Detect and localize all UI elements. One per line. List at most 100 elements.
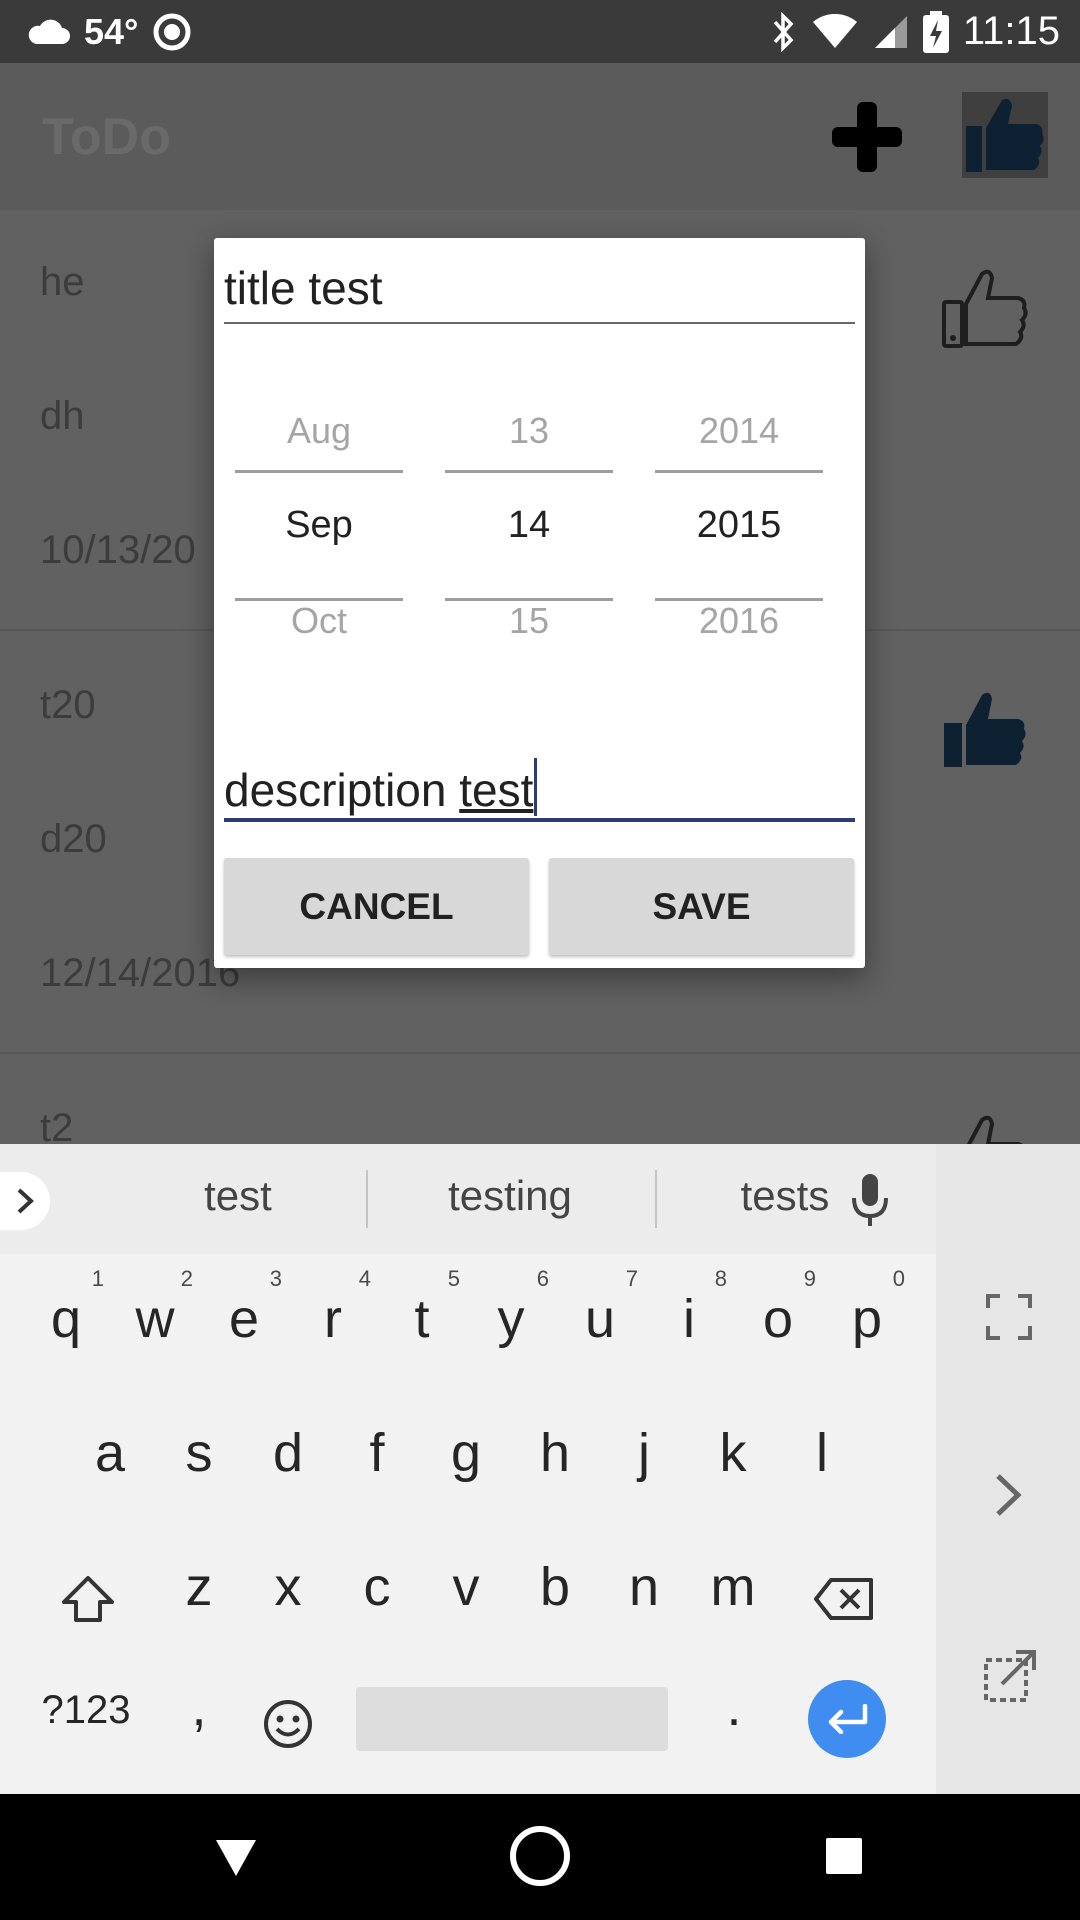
enter-key[interactable] [808,1680,886,1758]
todo-date: 12/14/2016 [40,951,241,995]
key-h[interactable]: h [511,1406,599,1506]
key-u[interactable]: 7u [556,1266,644,1372]
emoji-icon [264,1700,312,1748]
recents-icon[interactable] [824,1836,864,1876]
day-next[interactable]: 15 [445,600,613,642]
thumbs-up-button[interactable] [962,92,1048,178]
key-o[interactable]: 9o [734,1266,822,1372]
key-z[interactable]: z [155,1540,243,1640]
key-n[interactable]: n [600,1540,688,1640]
key-f[interactable]: f [333,1406,421,1506]
microphone-icon[interactable] [850,1172,890,1230]
picker-divider [235,470,403,473]
month-prev[interactable]: Aug [235,410,403,452]
todo-title: he [40,260,85,304]
key-g[interactable]: g [422,1406,510,1506]
suggestion[interactable]: testing [400,1172,620,1220]
key-p[interactable]: 0p [823,1266,911,1372]
key-y[interactable]: 6y [467,1266,555,1372]
temperature: 54° [84,10,139,52]
todo-title: t2 [40,1106,74,1144]
comma-key[interactable]: , [155,1674,243,1774]
year-picker[interactable]: 2014 2015 2016 [655,410,823,650]
save-button[interactable]: SAVE [549,858,854,955]
expand-suggestions-button[interactable] [0,1172,50,1230]
space-key[interactable] [356,1687,668,1751]
key-i[interactable]: 8i [645,1266,733,1372]
shift-key[interactable] [44,1540,132,1640]
description-input[interactable]: description test [224,758,855,822]
picker-divider [445,470,613,473]
month-next[interactable]: Oct [235,600,403,642]
suggestion[interactable]: tests [720,1172,850,1220]
key-label: f [369,1423,385,1483]
key-r[interactable]: 4r [289,1266,377,1372]
key-label: n [628,1557,660,1617]
battery-charging-icon [922,10,949,53]
key-d[interactable]: d [244,1406,332,1506]
cancel-button[interactable]: CANCEL [224,858,529,955]
key-t[interactable]: 5t [378,1266,466,1372]
key-c[interactable]: c [333,1540,421,1640]
signal-icon [874,15,907,48]
key-hint: 8 [714,1266,727,1291]
key-hint: 2 [180,1266,193,1291]
key-label: v [452,1557,480,1617]
year-prev[interactable]: 2014 [655,410,823,452]
symbols-key[interactable]: ?123 [36,1674,136,1774]
key-label: z [185,1557,213,1617]
thumbs-up-filled-icon[interactable] [938,683,1030,775]
app-title: ToDo [42,108,171,166]
key-l[interactable]: l [778,1406,866,1506]
backspace-icon [814,1578,873,1620]
key-hint: 4 [358,1266,371,1291]
key-b[interactable]: b [511,1540,599,1640]
key-hint: 0 [892,1266,905,1291]
key-a[interactable]: a [66,1406,154,1506]
day-prev[interactable]: 13 [445,410,613,452]
key-k[interactable]: k [689,1406,777,1506]
suggestion[interactable]: test [138,1172,338,1220]
todo-date: 10/13/20 [40,528,196,572]
todo-item[interactable]: t2 [0,1056,1080,1144]
key-v[interactable]: v [422,1540,510,1640]
key-x[interactable]: x [244,1540,332,1640]
key-w[interactable]: 2w [111,1266,199,1372]
key-label: . [726,1677,742,1737]
open-external-icon[interactable] [982,1648,1038,1704]
status-bar: 54° 11:15 [0,0,1080,63]
key-s[interactable]: s [155,1406,243,1506]
period-key[interactable]: . [690,1674,778,1774]
backspace-key[interactable] [800,1540,888,1640]
text-cursor [534,758,538,816]
year-next[interactable]: 2016 [655,600,823,642]
day-picker[interactable]: 13 14 15 [445,410,613,650]
chevron-right-icon[interactable] [992,1472,1026,1518]
key-label: d [272,1423,304,1483]
key-e[interactable]: 3e [200,1266,288,1372]
key-label: b [539,1557,571,1617]
edit-todo-dialog: title test Aug Sep Oct 13 14 15 2014 201… [214,238,865,968]
year-current: 2015 [696,504,782,546]
thumbs-up-outline-icon[interactable] [938,262,1030,354]
key-m[interactable]: m [689,1540,777,1640]
picker-divider [655,470,823,473]
key-hint: 5 [447,1266,460,1291]
month-picker[interactable]: Aug Sep Oct [235,410,403,650]
thumbs-up-outline-icon[interactable] [938,1108,1030,1144]
back-icon[interactable] [214,1838,258,1878]
key-hint: 3 [269,1266,282,1291]
key-label: s [185,1423,213,1483]
title-input[interactable]: title test [224,265,855,324]
month-current: Sep [285,504,353,546]
fullscreen-icon[interactable] [986,1294,1032,1340]
key-j[interactable]: j [600,1406,688,1506]
emoji-key[interactable] [244,1674,332,1774]
plus-icon[interactable] [826,96,908,178]
home-icon[interactable] [508,1824,572,1888]
suggestion-strip: test testing tests [0,1144,936,1254]
navigation-bar [0,1794,1080,1920]
cloud-icon [28,19,70,44]
description-prefix: description [224,764,460,816]
key-q[interactable]: 1q [22,1266,110,1372]
